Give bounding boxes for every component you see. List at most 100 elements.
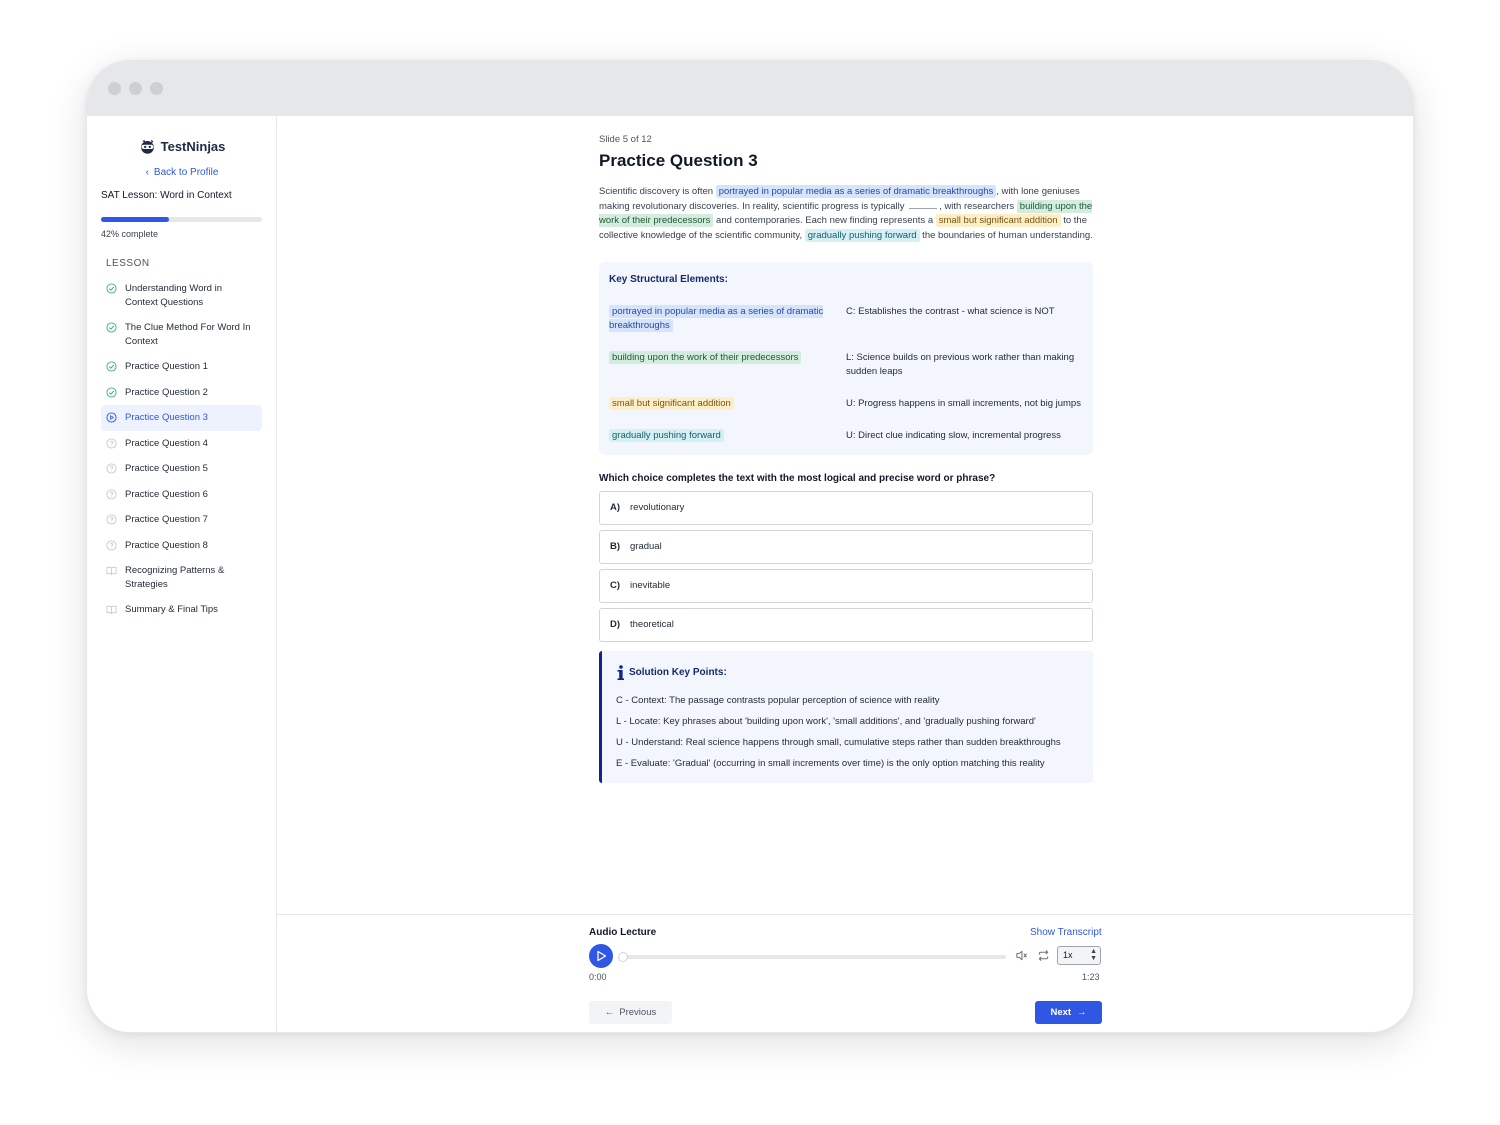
passage-highlight-contrast: portrayed in popular media as a series o… <box>715 185 997 198</box>
key-element-phrase: gradually pushing forward <box>609 428 724 442</box>
sidebar-item-summary-final-tips[interactable]: Summary & Final Tips <box>101 597 262 623</box>
show-transcript-link[interactable]: Show Transcript <box>1030 927 1102 938</box>
playback-speed-select[interactable]: 1x ▲ ▼ <box>1057 946 1101 965</box>
key-elements-title: Key Structural Elements: <box>609 273 728 285</box>
audio-seek-bar[interactable] <box>618 952 1006 962</box>
ninja-logo-icon <box>140 139 154 154</box>
slide-content: Slide 5 of 12 Practice Question 3 Scient… <box>599 134 1093 783</box>
window-close-dot[interactable] <box>108 82 121 95</box>
chevron-left-icon: ‹ <box>145 167 149 178</box>
passage-text: the boundaries of human understanding. <box>919 230 1093 242</box>
passage-highlight-clue: gradually pushing forward <box>804 229 920 243</box>
lesson-progress-bar <box>101 217 262 222</box>
main-content: Slide 5 of 12 Practice Question 3 Scient… <box>277 116 1413 1032</box>
passage-text: and contemporaries. Each new finding rep… <box>713 215 936 227</box>
next-button[interactable]: Next → <box>1035 1001 1102 1024</box>
sidebar-item-practice-question-2[interactable]: Practice Question 2 <box>101 380 262 406</box>
key-element-phrase-cell: small but significant addition <box>609 396 846 411</box>
passage-text: , with researchers <box>939 200 1017 212</box>
page-title: Practice Question 3 <box>599 151 758 170</box>
sidebar-item-understanding-word-in-context-questions[interactable]: Understanding Word in Context Questions <box>101 276 262 315</box>
lesson-title: SAT Lesson: Word in Context <box>101 190 232 201</box>
sidebar-item-practice-question-8[interactable]: Practice Question 8 <box>101 533 262 559</box>
passage-highlight-understand: small but significant addition <box>935 214 1061 228</box>
sidebar-item-practice-question-3[interactable]: Practice Question 3 <box>101 405 262 431</box>
key-element-explanation: L: Science builds on previous work rathe… <box>846 351 1075 377</box>
brand-name: TestNinjas <box>160 139 226 154</box>
sidebar-item-recognizing-patterns-strategies[interactable]: Recognizing Patterns & Strategies <box>101 558 262 597</box>
previous-button[interactable]: ← Previous <box>589 1001 672 1024</box>
check-circle-icon <box>106 386 117 398</box>
play-button[interactable] <box>589 944 613 968</box>
mute-icon[interactable] <box>1015 949 1028 962</box>
key-element-phrase-cell: building upon the work of their predeces… <box>609 350 846 379</box>
key-element-phrase: small but significant addition <box>609 396 734 410</box>
lesson-progress-text: 42% complete <box>101 229 159 239</box>
passage-text: Scientific discovery is often <box>599 186 716 197</box>
seek-handle[interactable] <box>618 952 628 962</box>
key-element-phrase-cell: portrayed in popular media as a series o… <box>609 304 846 333</box>
key-element-row: small but significant addition U: Progres… <box>609 396 1083 411</box>
solution-point: L - Locate: Key phrases about 'building … <box>616 715 1036 727</box>
option-text: inevitable <box>630 580 671 592</box>
answer-option-a[interactable]: A) revolutionary <box>599 490 1093 525</box>
option-text: revolutionary <box>630 502 685 514</box>
previous-label: Previous <box>619 1007 657 1018</box>
info-icon <box>617 665 624 680</box>
slide-counter: Slide 5 of 12 <box>599 134 652 145</box>
duration: 1:23 <box>1082 972 1100 982</box>
sidebar-item-label: Practice Question 5 <box>125 463 208 474</box>
question-circle-icon <box>106 463 117 474</box>
check-circle-icon <box>106 283 117 294</box>
sidebar-item-practice-question-5[interactable]: Practice Question 5 <box>101 456 262 482</box>
check-circle-icon <box>106 361 117 372</box>
sidebar-item-the-clue-method-for-word-in-context[interactable]: The Clue Method For Word In Context <box>101 315 262 354</box>
key-element-phrase-cell: gradually pushing forward <box>609 428 846 443</box>
sidebar-item-label: Practice Question 3 <box>125 412 208 423</box>
sidebar-item-practice-question-7[interactable]: Practice Question 7 <box>101 507 262 533</box>
arrow-left-icon: ← <box>604 1007 615 1018</box>
sidebar-item-label: Understanding Word in Context Questions <box>125 283 222 308</box>
question-circle-icon <box>106 514 117 525</box>
book-icon <box>106 565 117 576</box>
sidebar: TestNinjas ‹ Back to Profile SAT Lesson: … <box>87 116 277 1032</box>
audio-player: Audio Lecture Show Transcript 1x ▲ ▼ 0:0… <box>277 914 1413 1032</box>
back-to-profile-link[interactable]: ‹ Back to Profile <box>87 167 277 178</box>
sidebar-item-practice-question-4[interactable]: Practice Question 4 <box>101 431 262 457</box>
passage: Scientific discovery is often portrayed … <box>599 185 1093 244</box>
answer-option-c[interactable]: C) inevitable <box>599 568 1093 603</box>
sidebar-item-practice-question-6[interactable]: Practice Question 6 <box>101 482 262 508</box>
answer-option-d[interactable]: D) theoretical <box>599 607 1093 642</box>
current-time: 0:00 <box>589 972 607 982</box>
key-element-row: portrayed in popular media as a series o… <box>609 304 1083 333</box>
solution-point: E - Evaluate: 'Gradual' (occurring in sm… <box>616 757 1045 769</box>
key-element-row: building upon the work of their predeces… <box>609 350 1083 379</box>
question-circle-icon <box>106 437 117 449</box>
repeat-icon[interactable] <box>1037 949 1050 962</box>
next-label: Next <box>1050 1007 1072 1018</box>
brand[interactable]: TestNinjas <box>87 138 277 155</box>
key-element-explanation: U: Direct clue indicating slow, incremen… <box>846 429 1061 441</box>
solution-title: Solution Key Points: <box>629 667 727 679</box>
audio-title: Audio Lecture <box>589 927 657 938</box>
option-letter: B) <box>610 541 621 553</box>
lesson-progress-fill <box>101 217 169 222</box>
arrow-right-icon: → <box>1077 1007 1087 1018</box>
key-element-phrase: building upon the work of their predeces… <box>609 350 802 364</box>
key-element-explanation: C: Establishes the contrast - what scien… <box>846 305 1055 317</box>
sidebar-item-practice-question-1[interactable]: Practice Question 1 <box>101 354 262 380</box>
sidebar-item-label: Practice Question 7 <box>125 514 208 525</box>
key-element-phrase: portrayed in popular media as a series o… <box>609 304 824 332</box>
answer-option-b[interactable]: B) gradual <box>599 529 1093 564</box>
sidebar-item-label: Practice Question 4 <box>125 437 208 449</box>
question-circle-icon <box>106 488 117 500</box>
passage-blank <box>909 207 938 209</box>
option-letter: A) <box>610 502 621 514</box>
window-maximize-dot[interactable] <box>150 82 163 95</box>
sidebar-item-label: Summary & Final Tips <box>125 604 218 615</box>
key-elements-box: Key Structural Elements: portrayed in po… <box>599 261 1093 455</box>
lesson-nav: Understanding Word in Context Questions T… <box>101 276 262 623</box>
sidebar-item-label: Recognizing Patterns & Strategies <box>125 565 225 590</box>
window-minimize-dot[interactable] <box>129 82 142 95</box>
sidebar-item-label: The Clue Method For Word In Context <box>125 322 251 347</box>
